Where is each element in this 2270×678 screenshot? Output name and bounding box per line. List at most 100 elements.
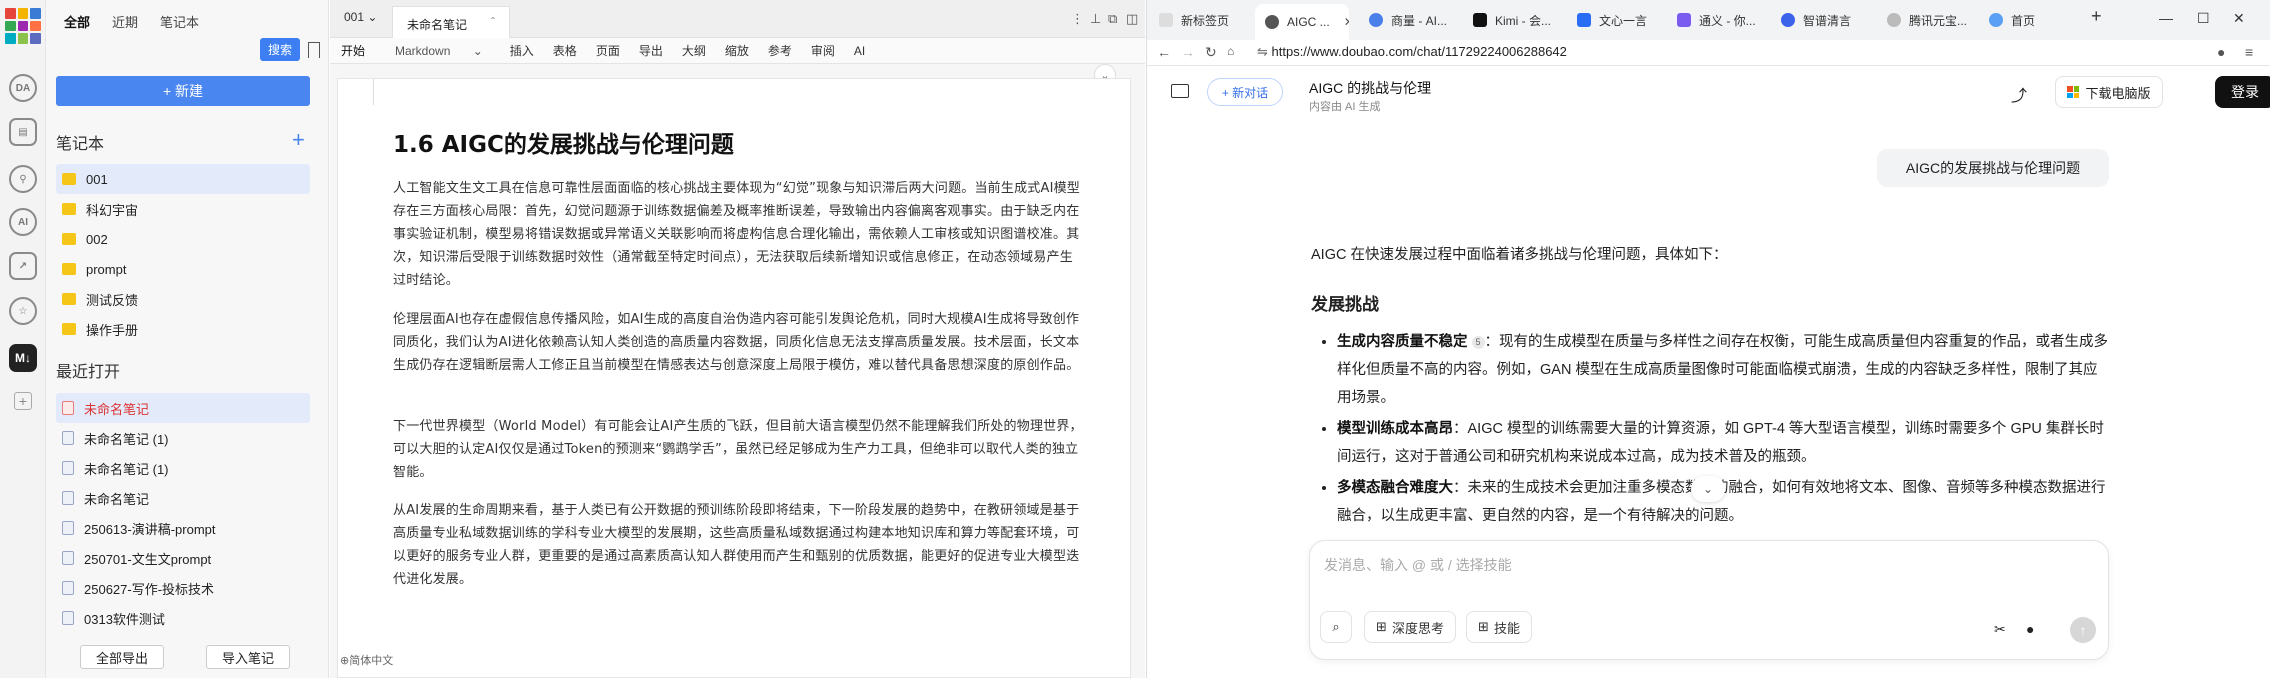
browser-tab[interactable]: 通义 - 你... — [1677, 8, 1765, 32]
new-tab-button[interactable]: + — [2091, 6, 2102, 27]
app-logo[interactable] — [5, 8, 41, 44]
folder-icon — [62, 293, 76, 305]
markdown-icon[interactable]: M↓ — [9, 344, 37, 372]
notebook-item[interactable]: 科幻宇宙 — [56, 194, 310, 224]
tab-recent[interactable]: 近期 — [112, 12, 138, 31]
menu-markdown[interactable]: Markdown ⌄ — [376, 44, 499, 58]
new-note-button[interactable]: + 新建 — [56, 76, 310, 106]
menu-reference[interactable]: 参考 — [760, 42, 800, 59]
split-view-icon[interactable]: ⧉ — [1108, 11, 1117, 27]
close-window-icon[interactable]: ✕ — [2233, 10, 2245, 27]
star-icon[interactable]: ☆ — [9, 297, 37, 325]
menu-outline[interactable]: 大纲 — [674, 42, 714, 59]
user-message: AIGC的发展挑战与伦理问题 — [1877, 149, 2109, 187]
url-field[interactable]: ⇋ https://www.doubao.com/chat/1172922400… — [1257, 44, 1567, 60]
profile-icon[interactable]: ● — [2217, 44, 2225, 60]
footnote-badge[interactable]: 5 — [1471, 335, 1485, 349]
notebook-item[interactable]: 操作手册 — [56, 314, 310, 344]
browser-tab-label: 腾讯元宝... — [1909, 13, 1968, 28]
search-button[interactable]: 搜索 — [260, 38, 301, 61]
sidebar-toggle-icon[interactable] — [1171, 84, 1189, 98]
browser-tab[interactable]: 首页 — [1989, 8, 2063, 32]
notebook-item[interactable]: 001 — [56, 164, 310, 194]
ai-icon[interactable]: AI — [9, 208, 37, 236]
recent-note-item[interactable]: 0313软件测试 — [56, 603, 310, 633]
browser-window: 新标签页 AIGC ... ✕ 商量 - AI... Kimi - 会... 文心… — [1146, 0, 2270, 678]
home-icon[interactable]: ⌂ — [1227, 44, 1234, 58]
download-app-button[interactable]: 下载电脑版 — [2055, 76, 2163, 108]
scissors-icon[interactable]: ✂ — [1994, 621, 2006, 638]
recent-note-item[interactable]: 250627-写作-投标技术 — [56, 573, 310, 603]
page-title: 1.6 AIGC的发展挑战与伦理问题 — [393, 132, 734, 158]
recent-note-item[interactable]: 未命名笔记 — [56, 483, 310, 513]
menu-zoom[interactable]: 缩放 — [717, 42, 757, 59]
reload-icon[interactable]: ↻ — [1205, 44, 1217, 61]
download-label: 下载电脑版 — [2085, 85, 2151, 101]
more-icon[interactable]: ⋮ — [1071, 11, 1084, 27]
microphone-icon[interactable]: ● — [2026, 621, 2034, 637]
chat-title: AIGC 的挑战与伦理 — [1309, 80, 1432, 96]
notebook-item[interactable]: 002 — [56, 224, 310, 254]
new-chat-button[interactable]: + 新对话 — [1207, 78, 1283, 106]
menu-insert[interactable]: 插入 — [502, 42, 542, 59]
skills-button[interactable]: ⊞ 技能 — [1466, 611, 1532, 643]
pin-icon[interactable]: ⊥ — [1090, 11, 1101, 27]
browser-tab[interactable]: 智谱清言 — [1781, 8, 1865, 32]
browser-tab-bar: 新标签页 AIGC ... ✕ 商量 - AI... Kimi - 会... 文心… — [1147, 0, 2270, 40]
browser-menu-icon[interactable]: ≡ — [2245, 44, 2253, 60]
recent-note-item[interactable]: 未命名笔记 (1) — [56, 423, 310, 453]
tab-note[interactable]: 未命名笔记 ˆ — [392, 6, 510, 38]
recent-note-item[interactable]: 250613-演讲稿-prompt — [56, 513, 310, 543]
menu-start[interactable]: 开始 — [333, 42, 373, 59]
send-button[interactable]: ↑ — [2070, 617, 2096, 643]
recent-note-item[interactable]: 未命名笔记 — [56, 393, 310, 423]
export-all-button[interactable]: 全部导出 — [80, 645, 164, 669]
import-notes-button[interactable]: 导入笔记 — [206, 645, 290, 669]
menu-table[interactable]: 表格 — [545, 42, 585, 59]
tab-folder[interactable]: 001 ⌄ — [344, 10, 377, 24]
close-icon[interactable]: ✕ — [1344, 15, 1349, 29]
notebook-item[interactable]: 测试反馈 — [56, 284, 310, 314]
note-icon — [62, 581, 74, 595]
browser-tab[interactable]: 商量 - AI... — [1369, 8, 1457, 32]
forward-icon[interactable]: → — [1181, 44, 1195, 60]
add-icon[interactable]: + — [14, 392, 32, 410]
message-composer: 发消息、输入 @ 或 / 选择技能 ⌕ ⊞ 深度思考 ⊞ 技能 ✂ ● ↑ — [1309, 540, 2109, 660]
note-icon[interactable]: ▤ — [9, 118, 37, 146]
bookmark-icon[interactable] — [308, 41, 321, 58]
tab-notebooks[interactable]: 笔记本 — [160, 12, 199, 31]
minimize-icon[interactable]: — — [2159, 10, 2173, 26]
menu-export[interactable]: 导出 — [631, 42, 671, 59]
back-icon[interactable]: ← — [1157, 44, 1171, 60]
windows-icon — [2067, 86, 2080, 98]
attach-icon[interactable]: ⌕ — [1320, 611, 1352, 643]
browser-tab[interactable]: 腾讯元宝... — [1887, 8, 1981, 32]
login-button[interactable]: 登录 — [2215, 76, 2270, 108]
language-status[interactable]: ⊕简体中文 — [340, 652, 393, 668]
browser-tab[interactable]: 文心一言 — [1577, 8, 1661, 32]
close-icon[interactable]: ˆ — [491, 15, 495, 29]
recent-note-item[interactable]: 250701-文生文prompt — [56, 543, 310, 573]
openai-icon[interactable]: DA — [9, 74, 37, 102]
menu-review[interactable]: 审阅 — [803, 42, 843, 59]
message-input[interactable]: 发消息、输入 @ 或 / 选择技能 — [1324, 555, 1512, 575]
add-notebook-icon[interactable]: + — [292, 129, 305, 151]
layout-icon[interactable]: ◫ — [1126, 11, 1138, 27]
tab-all[interactable]: 全部 — [64, 12, 90, 31]
menu-page[interactable]: 页面 — [588, 42, 628, 59]
browser-tab-active[interactable]: AIGC ... ✕ — [1255, 4, 1349, 40]
share-icon[interactable]: ⤴ — [2011, 82, 2027, 106]
address-bar: ← → ↻ ⌂ ⇋ https://www.doubao.com/chat/11… — [1147, 40, 2270, 66]
browser-tab[interactable]: 新标签页 — [1159, 8, 1243, 32]
maximize-icon[interactable]: ☐ — [2197, 10, 2210, 27]
browser-tab[interactable]: Kimi - 会... — [1473, 8, 1561, 32]
document-page[interactable]: 1.6 AIGC的发展挑战与伦理问题 人工智能文生文工具在信息可靠性层面面临的核… — [337, 78, 1131, 678]
note-icon — [62, 551, 74, 565]
menu-ai[interactable]: AI — [846, 44, 873, 58]
deep-think-button[interactable]: ⊞ 深度思考 — [1364, 611, 1456, 643]
scroll-down-icon[interactable]: ⌄ — [1691, 476, 1725, 502]
chart-icon[interactable]: ↗ — [9, 252, 37, 280]
notebook-item[interactable]: prompt — [56, 254, 310, 284]
search-icon[interactable]: ⚲ — [9, 165, 37, 193]
recent-note-item[interactable]: 未命名笔记 (1) — [56, 453, 310, 483]
